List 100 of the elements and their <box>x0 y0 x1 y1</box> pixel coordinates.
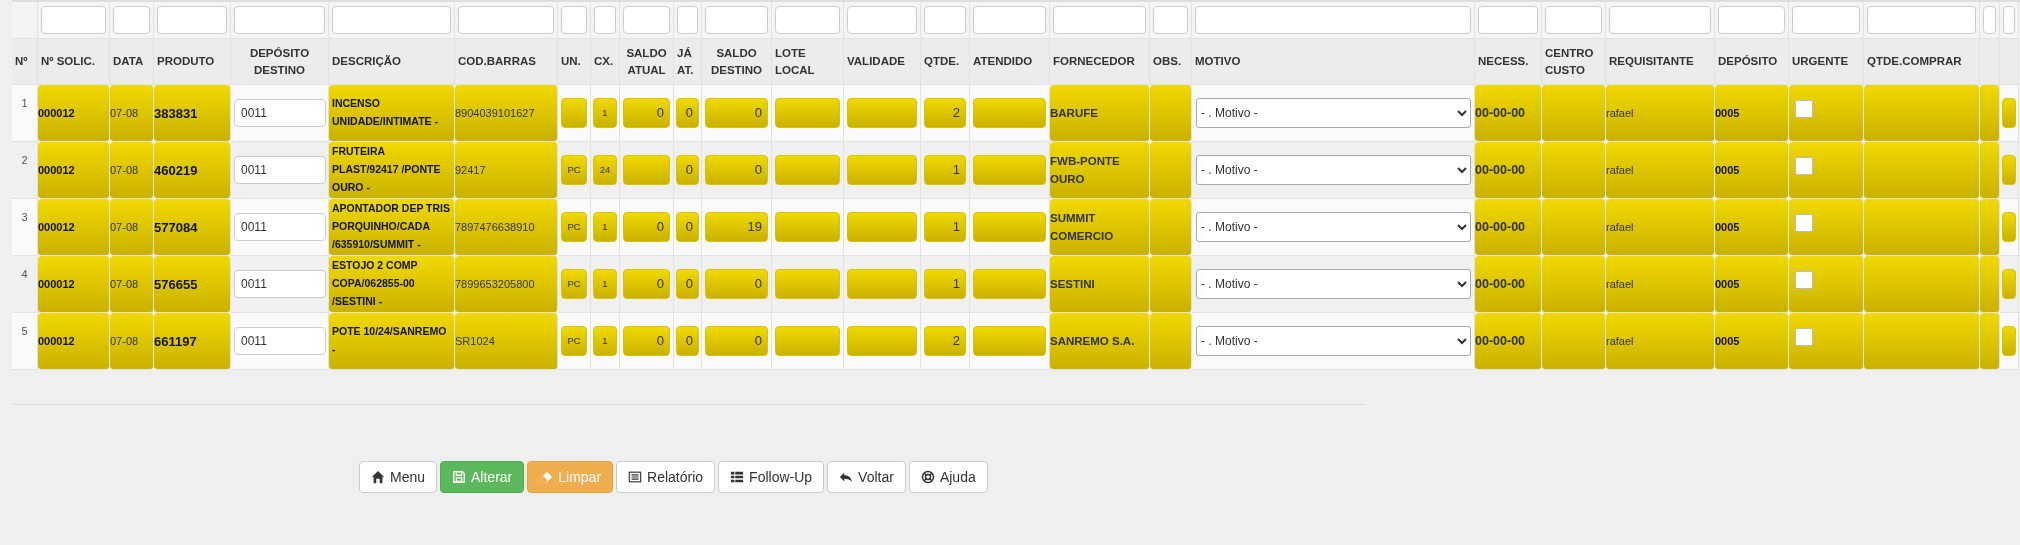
filter-field[interactable] <box>332 6 451 34</box>
filter-field[interactable] <box>1478 6 1538 34</box>
value-pill <box>2002 326 2016 356</box>
urgent-checkbox[interactable] <box>1795 157 1813 175</box>
filter-field[interactable] <box>234 6 325 34</box>
deposit-field[interactable]: 0011 <box>234 270 326 298</box>
value-pill <box>561 98 587 128</box>
table-cell: 07-08 <box>110 85 154 142</box>
filter-field[interactable] <box>677 6 698 34</box>
table-cell: FRUTEIRA PLAST/92417 /PONTE OURO - <box>329 142 455 199</box>
table-cell: 000012 <box>38 313 110 370</box>
filter-field[interactable] <box>113 6 150 34</box>
reason-dropdown[interactable]: - . Motivo - <box>1196 212 1471 242</box>
value-pill <box>847 155 917 185</box>
column-header: OBS. <box>1153 55 1182 68</box>
reason-dropdown[interactable]: - . Motivo - <box>1196 269 1471 299</box>
filter-field[interactable] <box>2003 6 2015 34</box>
value-pill: PC <box>561 212 587 242</box>
value-pill <box>623 155 670 185</box>
filter-field[interactable] <box>1867 6 1976 34</box>
list-icon <box>628 470 643 484</box>
table-cell: 0005 <box>1715 256 1789 313</box>
table-cell: 0005 <box>1715 85 1789 142</box>
value-pill: 24 <box>593 155 617 185</box>
filter-field[interactable] <box>458 6 554 34</box>
value-pill: PC <box>561 269 587 299</box>
column-header: UN. <box>561 55 581 68</box>
filter-field[interactable] <box>561 6 587 34</box>
reason-dropdown[interactable]: - . Motivo - <box>1196 155 1471 185</box>
action-button[interactable]: Ajuda <box>908 461 988 493</box>
column-header: CX. <box>594 55 614 68</box>
table-cell: SANREMO S.A. <box>1050 313 1150 370</box>
reason-dropdown[interactable]: - . Motivo - <box>1196 326 1471 356</box>
lifebuoy-icon <box>920 470 935 484</box>
table-cell <box>1542 256 1606 313</box>
table-cell: 460219 <box>154 142 231 199</box>
urgent-checkbox[interactable] <box>1795 271 1813 289</box>
row-number: 3 <box>21 211 28 223</box>
table-cell: 07-08 <box>110 199 154 256</box>
column-header: SALDO ATUAL <box>626 46 667 76</box>
value-pill <box>775 212 840 242</box>
filter-field[interactable] <box>705 6 768 34</box>
filter-field[interactable] <box>847 6 917 34</box>
filter-field[interactable] <box>157 6 227 34</box>
value-pill: 0 <box>676 155 699 185</box>
action-button[interactable]: Menu <box>359 461 438 493</box>
deposit-field[interactable]: 0011 <box>234 213 326 241</box>
table-cell: ESTOJO 2 COMP COPA/062855-00 /SESTINI - <box>329 256 455 313</box>
filter-field[interactable] <box>973 6 1046 34</box>
table-cell: 92417 <box>455 142 558 199</box>
filter-field[interactable] <box>1153 6 1188 34</box>
table-icon <box>730 470 745 484</box>
filter-field[interactable] <box>924 6 966 34</box>
value-pill <box>2002 155 2016 185</box>
filter-field[interactable] <box>623 6 670 34</box>
table-cell: 383831 <box>154 85 231 142</box>
filter-field[interactable] <box>1545 6 1602 34</box>
action-button[interactable]: Relatório <box>616 461 716 493</box>
value-pill: PC <box>561 326 587 356</box>
value-pill <box>775 269 840 299</box>
deposit-field[interactable]: 0011 <box>234 156 326 184</box>
value-pill: 0 <box>623 326 670 356</box>
reason-dropdown[interactable]: - . Motivo - <box>1196 98 1471 128</box>
value-pill: 1 <box>924 212 966 242</box>
filter-field[interactable] <box>1792 6 1860 34</box>
value-pill: 1 <box>593 98 617 128</box>
column-header: VALIDADE <box>847 55 905 68</box>
column-header: CENTRO CUSTO <box>1545 46 1594 76</box>
filter-field[interactable] <box>1609 6 1711 34</box>
table-cell: BARUFE <box>1050 85 1150 142</box>
table-cell: FWB-PONTE OURO <box>1050 142 1150 199</box>
urgent-checkbox[interactable] <box>1795 100 1813 118</box>
table-cell: 00-00-00 <box>1475 142 1542 199</box>
filter-field[interactable] <box>1195 6 1471 34</box>
value-pill: 1 <box>593 326 617 356</box>
filter-field[interactable] <box>1053 6 1146 34</box>
table-cell: 000012 <box>38 256 110 313</box>
action-button[interactable]: Follow-Up <box>718 461 825 493</box>
action-button[interactable]: Voltar <box>827 461 906 493</box>
value-pill <box>847 212 917 242</box>
column-header: PRODUTO <box>157 55 215 68</box>
table-cell: 577084 <box>154 199 231 256</box>
table-cell: SESTINI <box>1050 256 1150 313</box>
table-cell: INCENSO UNIDADE/INTIMATE - <box>329 85 455 142</box>
filter-field[interactable] <box>1983 6 1996 34</box>
filter-field[interactable] <box>594 6 616 34</box>
urgent-checkbox[interactable] <box>1795 214 1813 232</box>
value-pill <box>2002 98 2016 128</box>
deposit-field[interactable]: 0011 <box>234 327 326 355</box>
row-number: 1 <box>21 97 28 109</box>
urgent-checkbox[interactable] <box>1795 328 1813 346</box>
value-pill: 19 <box>705 212 768 242</box>
value-pill <box>775 98 840 128</box>
filter-field[interactable] <box>41 6 106 34</box>
filter-field[interactable] <box>775 6 840 34</box>
value-pill: 0 <box>705 269 768 299</box>
filter-field[interactable] <box>1718 6 1785 34</box>
table-cell: rafael <box>1606 256 1715 313</box>
value-pill: 0 <box>623 212 670 242</box>
deposit-field[interactable]: 0011 <box>234 99 326 127</box>
